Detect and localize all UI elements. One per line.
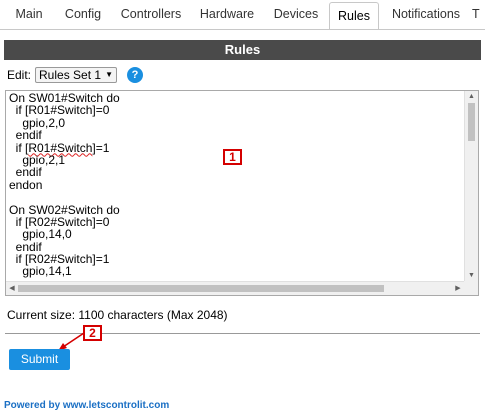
code-line: if [R01#Switch]=0: [9, 103, 110, 118]
code-line: endon: [9, 177, 43, 192]
rules-code[interactable]: On SW01#Switch do if [R01#Switch]=0 gpio…: [9, 92, 464, 282]
horizontal-scrollbar[interactable]: ◀ ▶: [6, 281, 464, 295]
code-line: gpio,2,0: [9, 115, 66, 130]
footer-link[interactable]: Powered by www.letscontrolit.com: [4, 400, 169, 411]
tab-rules[interactable]: Rules: [329, 2, 379, 29]
current-size-text: Current size: 1100 characters (Max 2048): [7, 308, 228, 322]
annotation-marker-1: 1: [223, 149, 242, 165]
rules-set-select[interactable]: Rules Set 1 ▼: [35, 67, 117, 83]
scroll-up-icon[interactable]: ▲: [465, 91, 478, 103]
tab-notifications[interactable]: Notifications: [386, 0, 466, 29]
edit-row: Edit: Rules Set 1 ▼ ?: [7, 66, 143, 84]
scroll-right-icon[interactable]: ▶: [452, 282, 464, 295]
rules-header: Rules: [4, 40, 481, 60]
rules-editor[interactable]: On SW01#Switch do if [R01#Switch]=0 gpio…: [5, 90, 479, 296]
code-line: gpio,14,1: [9, 264, 72, 279]
tab-main[interactable]: Main: [6, 0, 52, 29]
question-mark-icon[interactable]: ?: [126, 67, 143, 83]
tab-devices[interactable]: Devices: [267, 0, 325, 29]
scroll-corner: [464, 281, 478, 295]
code-line: if [R02#Switch]=1: [9, 252, 110, 267]
tab-bar: Main Config Controllers Hardware Devices…: [0, 0, 485, 30]
chevron-down-icon: ▼: [105, 70, 113, 79]
tab-hardware[interactable]: Hardware: [194, 0, 260, 29]
edit-label: Edit:: [7, 68, 32, 82]
tab-tools[interactable]: T: [472, 0, 485, 29]
horizontal-scroll-thumb[interactable]: [18, 285, 384, 292]
rules-set-select-value: Rules Set 1: [39, 68, 102, 82]
scroll-left-icon[interactable]: ◀: [6, 282, 18, 295]
tab-config[interactable]: Config: [58, 0, 108, 29]
code-line: endif: [9, 165, 42, 180]
vertical-scroll-thumb[interactable]: [468, 103, 475, 141]
code-line: gpio,14,0: [9, 227, 72, 242]
code-line: if [R02#Switch]=0: [9, 214, 110, 229]
vertical-scrollbar[interactable]: ▲ ▼: [464, 91, 478, 282]
submit-button[interactable]: Submit: [9, 349, 70, 370]
tab-controllers[interactable]: Controllers: [114, 0, 188, 29]
